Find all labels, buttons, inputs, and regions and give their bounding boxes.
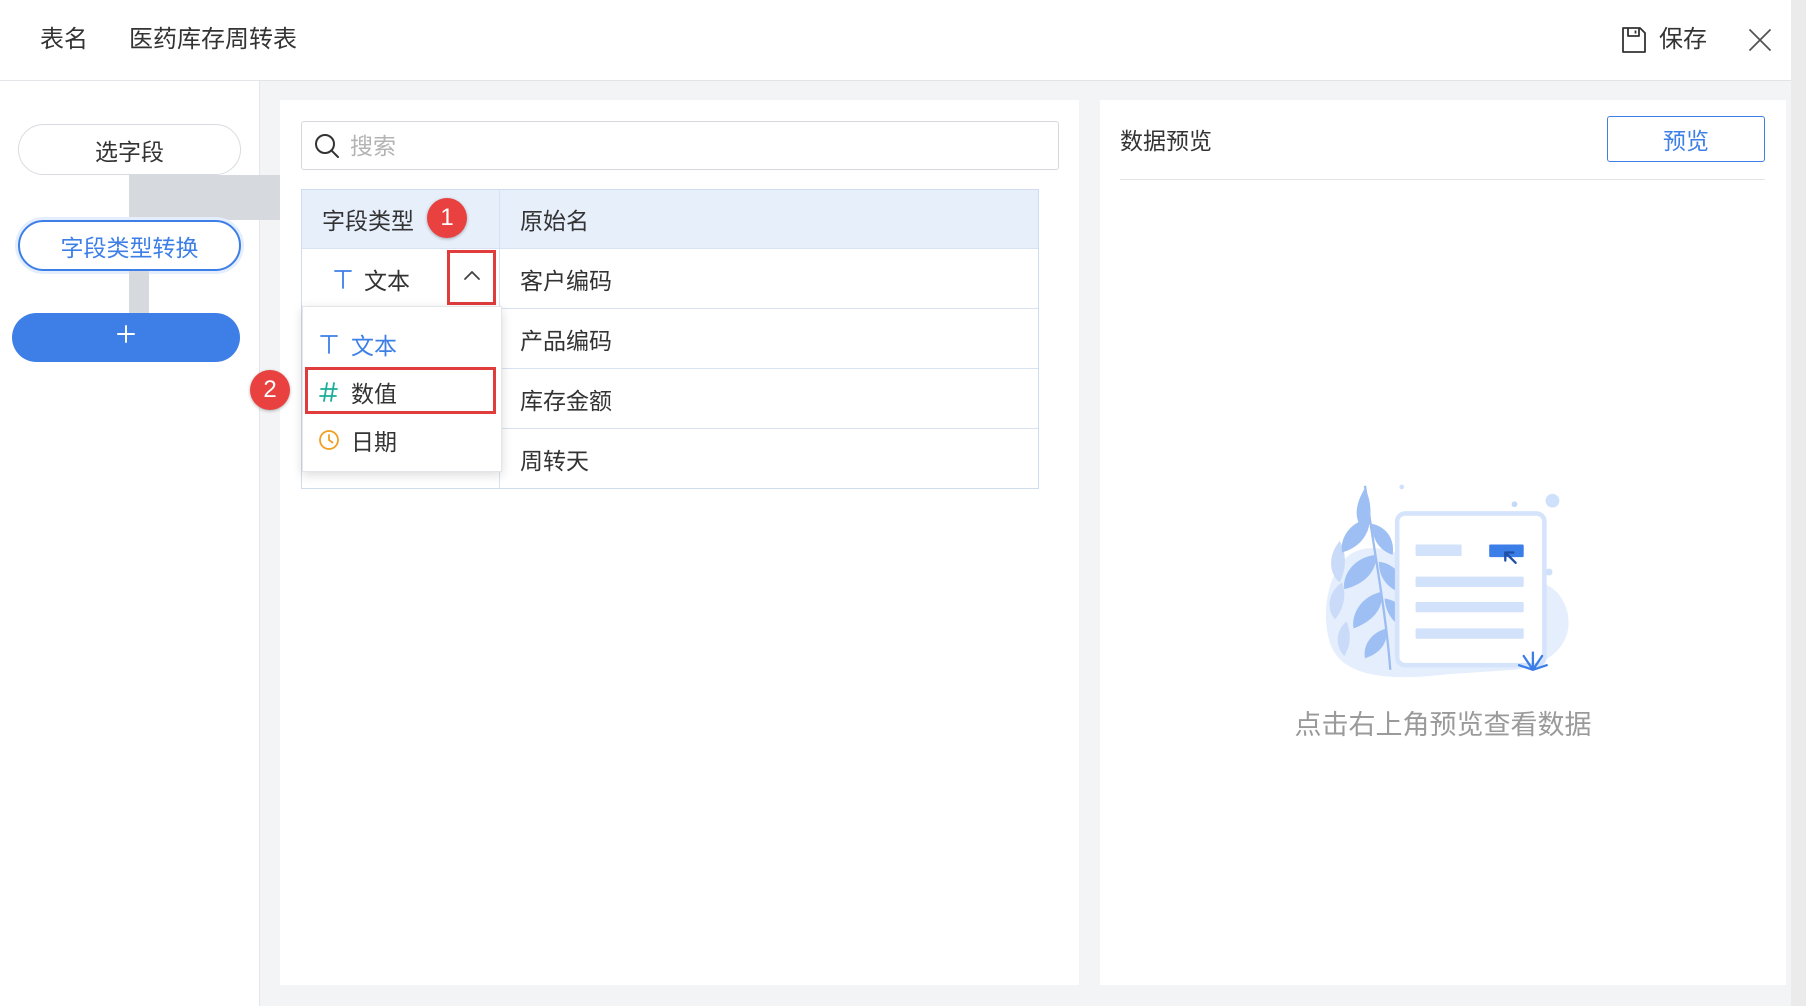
dropdown-option-number[interactable]: 数值 <box>303 368 501 416</box>
dropdown-option-text[interactable]: 文本 <box>303 320 501 368</box>
dropdown-option-date[interactable]: 日期 <box>303 416 501 464</box>
empty-state-illustration <box>1319 472 1572 679</box>
annotation-badge-2: 2 <box>250 370 290 410</box>
text-type-icon <box>318 333 340 355</box>
original-name-cell: 产品编码 <box>500 309 1038 368</box>
step-select-fields[interactable]: 选字段 <box>18 124 241 175</box>
text-type-icon <box>332 268 354 290</box>
original-name-cell: 周转天 <box>500 429 1038 488</box>
empty-state-message: 点击右上角预览查看数据 <box>1294 710 1592 740</box>
add-step-button[interactable] <box>12 313 240 362</box>
original-name-cell: 库存金额 <box>500 369 1038 428</box>
option-label: 数值 <box>351 381 397 407</box>
preview-title: 数据预览 <box>1120 128 1212 154</box>
option-label: 日期 <box>351 429 397 455</box>
divider <box>1120 179 1765 180</box>
save-label: 保存 <box>1659 26 1707 53</box>
number-type-icon <box>318 381 340 403</box>
field-type-cell[interactable]: 文本 <box>302 249 500 308</box>
step-field-type-convert[interactable]: 字段类型转换 <box>18 220 241 271</box>
table-name-label: 表名 <box>40 26 88 53</box>
field-type-value: 文本 <box>364 267 410 294</box>
step-sidebar: 选字段 字段类型转换 <box>0 81 327 1006</box>
original-name: 库存金额 <box>520 387 612 414</box>
plus-icon <box>115 323 137 352</box>
save-icon <box>1621 26 1647 54</box>
search-icon <box>313 132 341 160</box>
field-type-dropdown-menu: 文本 数值 日期 <box>302 306 502 472</box>
original-name-cell: 客户编码 <box>500 249 1038 308</box>
step-label: 字段类型转换 <box>60 234 199 261</box>
save-button[interactable]: 保存 <box>1621 21 1707 59</box>
table-row: 文本 客户编码 <box>302 248 1038 308</box>
step-connector <box>129 271 149 313</box>
search-box <box>301 121 1059 170</box>
table-header-row: 字段类型 1 原始名 <box>302 190 1038 248</box>
original-name: 客户编码 <box>520 267 612 294</box>
column-header-label: 原始名 <box>520 208 589 234</box>
close-icon <box>1746 29 1774 60</box>
original-name: 周转天 <box>520 447 589 474</box>
preview-button[interactable]: 预览 <box>1607 116 1765 162</box>
header: 表名 医药库存周转表 保存 <box>0 0 1791 81</box>
data-preview-panel: 数据预览 预览 点击右上角预览查看数据 <box>1100 100 1786 985</box>
original-name: 产品编码 <box>520 327 612 354</box>
scrollbar-track[interactable] <box>1791 0 1806 1006</box>
chevron-up-icon <box>461 264 483 292</box>
column-header-field-type: 字段类型 1 <box>302 190 500 248</box>
close-button[interactable] <box>1746 26 1774 54</box>
date-type-icon <box>318 429 340 451</box>
table-name-field[interactable]: 医药库存周转表 <box>129 24 297 56</box>
search-input[interactable] <box>350 128 1040 164</box>
column-header-label: 字段类型 <box>322 208 414 234</box>
field-config-panel: 字段类型 1 原始名 文本 <box>280 100 1079 985</box>
preview-button-label: 预览 <box>1663 128 1709 154</box>
column-header-original-name: 原始名 <box>500 190 1038 248</box>
step-label: 选字段 <box>95 138 164 165</box>
field-type-dropdown-toggle[interactable] <box>447 250 496 305</box>
annotation-badge-1: 1 <box>427 198 467 238</box>
option-label: 文本 <box>351 333 397 359</box>
